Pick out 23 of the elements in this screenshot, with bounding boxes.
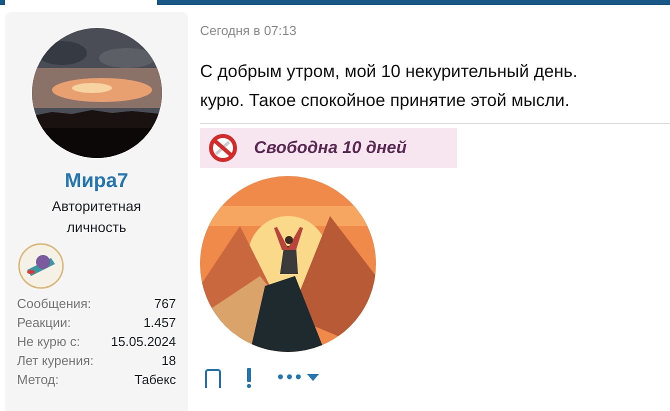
post-time: Сегодня в 07:13 xyxy=(200,22,298,40)
stat-value: 18 xyxy=(162,352,176,370)
stat-value: 767 xyxy=(154,295,176,313)
user-title: Авторитетная личность xyxy=(50,197,142,237)
report-icon[interactable] xyxy=(246,368,252,388)
stat-value: 1.457 xyxy=(143,314,176,332)
stat-label: Реакции: xyxy=(17,314,71,332)
banner-text: Свободна 10 дней xyxy=(254,136,407,159)
caret-icon xyxy=(306,374,319,382)
stat-label: Лет курения: xyxy=(17,352,94,370)
post-text-line: курю. Такое спокойное принятие этой мысли. xyxy=(200,88,571,112)
username-link[interactable]: Мира7 xyxy=(64,166,128,196)
no-smoking-icon xyxy=(208,132,238,162)
bookmark-icon[interactable] xyxy=(204,368,222,388)
more-menu[interactable]: ••• xyxy=(276,368,319,388)
stat-value: 15.05.2024 xyxy=(110,333,176,351)
stat-value: Табекс xyxy=(134,371,176,389)
stat-label: Не курю с: xyxy=(17,333,80,351)
stat-label: Метод: xyxy=(17,371,59,389)
stat-label: Сообщения: xyxy=(17,295,92,313)
award-badge-icon xyxy=(17,242,65,290)
post-text-line: С добрым утром, мой 10 некурительный день. xyxy=(200,60,578,83)
search-field[interactable] xyxy=(5,0,157,5)
